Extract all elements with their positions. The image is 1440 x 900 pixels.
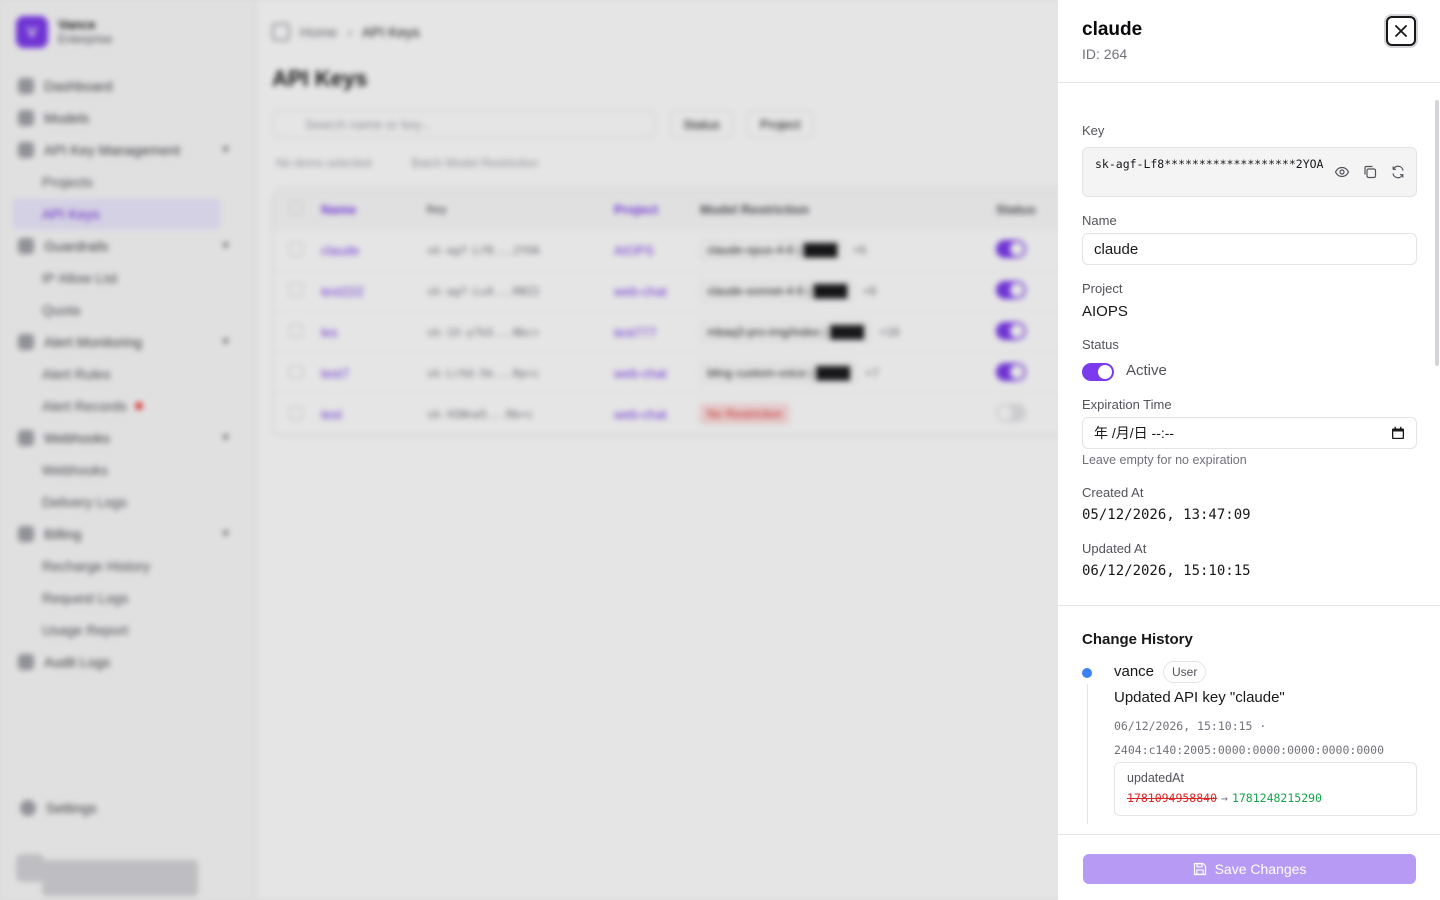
close-button[interactable] [1386,16,1416,46]
eye-icon[interactable] [1334,164,1350,180]
key-field: sk-agf-Lf8*******************2YOA [1082,147,1417,197]
drawer-scrollbar[interactable] [1435,100,1439,366]
history-message: Updated API key "claude" [1114,689,1285,706]
drawer-body[interactable]: Key sk-agf-Lf8*******************2YOA Na… [1058,84,1440,834]
name-label: Name [1082,213,1117,228]
expiration-date-input[interactable]: 年 /月/日 --:-- [1082,417,1417,449]
key-value: sk-agf-Lf8*******************2YOA [1095,157,1324,171]
save-changes-label: Save Changes [1214,861,1307,877]
expiration-hint: Leave empty for no expiration [1082,453,1247,467]
section-divider [1058,605,1440,606]
history-diff: updatedAt 1781094958840 → 1781248215290 [1114,762,1417,816]
history-ip: 2404:c140:2005:0000:0000:0000:0000:0000 [1114,743,1385,757]
save-icon [1193,862,1206,876]
key-label: Key [1082,123,1105,138]
expiration-label: Expiration Time [1082,397,1172,412]
copy-icon[interactable] [1362,164,1378,180]
created-at-value: 05/12/2026, 13:47:09 [1082,507,1251,523]
created-at-label: Created At [1082,485,1144,500]
history-role-badge: User [1163,661,1207,683]
status-label: Status [1082,337,1119,352]
status-value: Active [1126,362,1167,379]
drawer-title: claude [1082,19,1143,40]
history-meta: 06/12/2026, 15:10:15 · 2404:c140:2005:00… [1114,714,1414,762]
history-timestamp: 06/12/2026, 15:10:15 · [1114,719,1267,733]
name-input[interactable]: claude [1082,233,1417,265]
timeline-line [1087,684,1088,824]
save-changes-button[interactable]: Save Changes [1083,854,1416,884]
drawer-header: claude ID: 264 [1058,0,1440,83]
updated-at-label: Updated At [1082,541,1147,556]
history-user: vance [1114,663,1155,680]
diff-arrow: → [1221,791,1228,805]
diff-field-name: updatedAt [1127,771,1184,785]
expiration-value: 年 /月/日 --:-- [1094,425,1175,441]
project-value: AIOPS [1082,303,1128,320]
diff-old-value: 1781094958840 [1127,791,1218,805]
close-icon [1395,25,1407,37]
status-toggle[interactable] [1082,363,1114,381]
drawer-id: ID: 264 [1082,46,1128,62]
timeline-dot [1082,668,1092,678]
api-key-detail-drawer: claude ID: 264 Key sk-agf-Lf8***********… [1057,0,1440,900]
regenerate-icon[interactable] [1390,164,1406,180]
project-label: Project [1082,281,1123,296]
drawer-footer: Save Changes [1058,834,1440,900]
updated-at-value: 06/12/2026, 15:10:15 [1082,563,1251,579]
diff-new-value: 1781248215290 [1231,791,1322,805]
change-history-title: Change History [1082,631,1193,648]
calendar-icon[interactable] [1391,426,1405,440]
